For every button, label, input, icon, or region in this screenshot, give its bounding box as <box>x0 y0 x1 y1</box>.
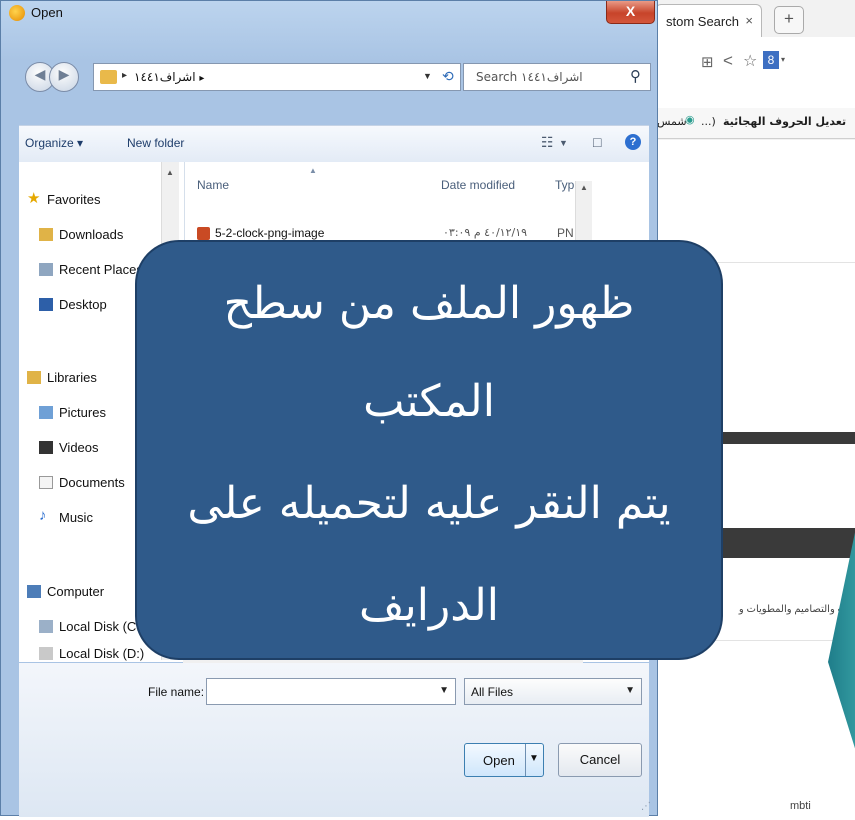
downloads-folder-icon <box>39 228 53 241</box>
search-box[interactable]: Search اشراف١٤٤١ ⚲ <box>463 63 651 91</box>
scroll-up-icon[interactable]: ▲ <box>580 183 588 192</box>
videos-icon <box>39 441 53 454</box>
tab-close-icon[interactable]: × <box>745 13 753 28</box>
extensions-icon[interactable]: ⊞ <box>701 53 714 71</box>
file-date: ٤٠/١٢/١٩ م ٠٣:٠٩ <box>443 226 528 239</box>
page-footer-text: mbti <box>790 800 811 812</box>
libraries-icon <box>27 371 41 384</box>
filter-value: All Files <box>471 685 514 699</box>
page-banner <box>700 528 855 558</box>
file-list-header: Name ▲ Date modified Typ <box>183 166 583 196</box>
globe-icon: ◉ <box>685 113 695 126</box>
arrow-right-icon: ▶ <box>58 66 70 82</box>
search-placeholder: Search اشراف١٤٤١ <box>476 70 583 84</box>
file-name-input[interactable]: ▼ <box>206 678 456 705</box>
browser-tab[interactable]: stom Search × <box>655 4 762 37</box>
page-snippet: ونت والتصاميم والمطويات و <box>738 604 855 615</box>
split-divider <box>525 744 526 776</box>
star-icon[interactable]: ☆ <box>743 51 757 71</box>
callout-line: الدرايف <box>359 580 499 631</box>
computer-icon <box>27 585 41 598</box>
bookmark-item[interactable]: تعديل الحروف الهجائية <box>723 115 846 128</box>
chevron-down-icon[interactable]: ▼ <box>439 685 449 696</box>
help-icon[interactable]: ? <box>625 134 641 150</box>
command-toolbar: Organize ▾ New folder ☷ ▼ □ ? <box>19 125 649 163</box>
column-type[interactable]: Typ <box>555 178 574 192</box>
documents-icon <box>39 476 53 489</box>
chevron-down-icon[interactable]: ▾ <box>781 55 785 64</box>
sort-indicator-icon: ▲ <box>309 166 317 175</box>
browser-toolbar: ⊞ < ☆ 8 ▾ <box>655 37 855 118</box>
google-icon[interactable]: 8 <box>763 51 779 69</box>
breadcrumb-separator[interactable]: ▸ <box>122 70 127 81</box>
divider <box>700 640 855 641</box>
callout-line: ظهور الملف من سطح <box>223 278 635 329</box>
chevron-down-icon[interactable]: ▼ <box>559 138 568 148</box>
bookmark-item[interactable]: شمس <box>657 115 687 128</box>
image-file-icon <box>197 227 210 240</box>
column-date-modified[interactable]: Date modified <box>441 178 515 192</box>
instruction-callout: ظهور الملف من سطح المكتب يتم النقر عليه … <box>135 240 723 660</box>
callout-line: المكتب <box>363 376 495 427</box>
file-type-filter[interactable]: All Files ▼ <box>464 678 642 705</box>
new-tab-button[interactable]: + <box>774 6 804 34</box>
scroll-up-icon[interactable]: ▲ <box>166 168 174 177</box>
breadcrumb-separator[interactable]: ▸ <box>199 73 204 84</box>
search-icon[interactable]: ⚲ <box>630 67 641 85</box>
app-icon <box>9 5 25 21</box>
file-name-label: File name: <box>148 685 205 699</box>
music-icon: ♪ <box>39 507 47 524</box>
chevron-down-icon[interactable]: ▼ <box>625 685 635 696</box>
column-name[interactable]: Name <box>197 178 229 192</box>
browser-tab-label: stom Search <box>666 14 739 29</box>
pictures-icon <box>39 406 53 419</box>
preview-pane-icon[interactable]: □ <box>593 134 601 150</box>
page-banner <box>700 432 855 444</box>
open-label: Open <box>483 753 515 768</box>
chevron-down-icon[interactable]: ▼ <box>529 753 539 764</box>
file-name: 5-2-clock-png-image <box>215 226 325 240</box>
recent-places-icon <box>39 263 53 276</box>
breadcrumb-path[interactable]: اشراف١٤٤١ ▸ <box>134 70 204 84</box>
drive-icon <box>39 647 53 660</box>
resize-grip-icon[interactable]: ⋰ <box>641 801 651 812</box>
cancel-button[interactable]: Cancel <box>558 743 642 777</box>
organize-button[interactable]: Organize ▾ <box>25 136 83 150</box>
bookmarks-bar: شمس ◉ ...) تعديل الحروف الهجائية <box>655 108 855 139</box>
new-folder-button[interactable]: New folder <box>127 136 184 150</box>
address-bar[interactable]: ▸ اشراف١٤٤١ ▸ ▼ ⟲ <box>93 63 461 91</box>
file-type: PN <box>557 226 574 240</box>
forward-button[interactable]: ▶ <box>49 62 79 92</box>
folder-icon <box>100 70 117 84</box>
view-options-icon[interactable]: ☷ <box>541 134 554 151</box>
star-icon: ★ <box>27 190 41 207</box>
drive-icon <box>39 620 53 633</box>
chevron-down-icon[interactable]: ▼ <box>423 71 432 81</box>
breadcrumb-item[interactable]: اشراف١٤٤١ <box>134 70 196 84</box>
bookmark-item[interactable]: ...) <box>701 115 716 128</box>
close-button[interactable]: X <box>606 1 655 24</box>
open-button[interactable]: Open ▼ <box>464 743 544 777</box>
dialog-title: Open <box>31 5 63 20</box>
callout-line: يتم النقر عليه لتحميله على <box>187 478 671 529</box>
share-icon[interactable]: < <box>723 51 733 71</box>
desktop-icon <box>39 298 53 311</box>
refresh-icon[interactable]: ⟲ <box>442 68 454 85</box>
